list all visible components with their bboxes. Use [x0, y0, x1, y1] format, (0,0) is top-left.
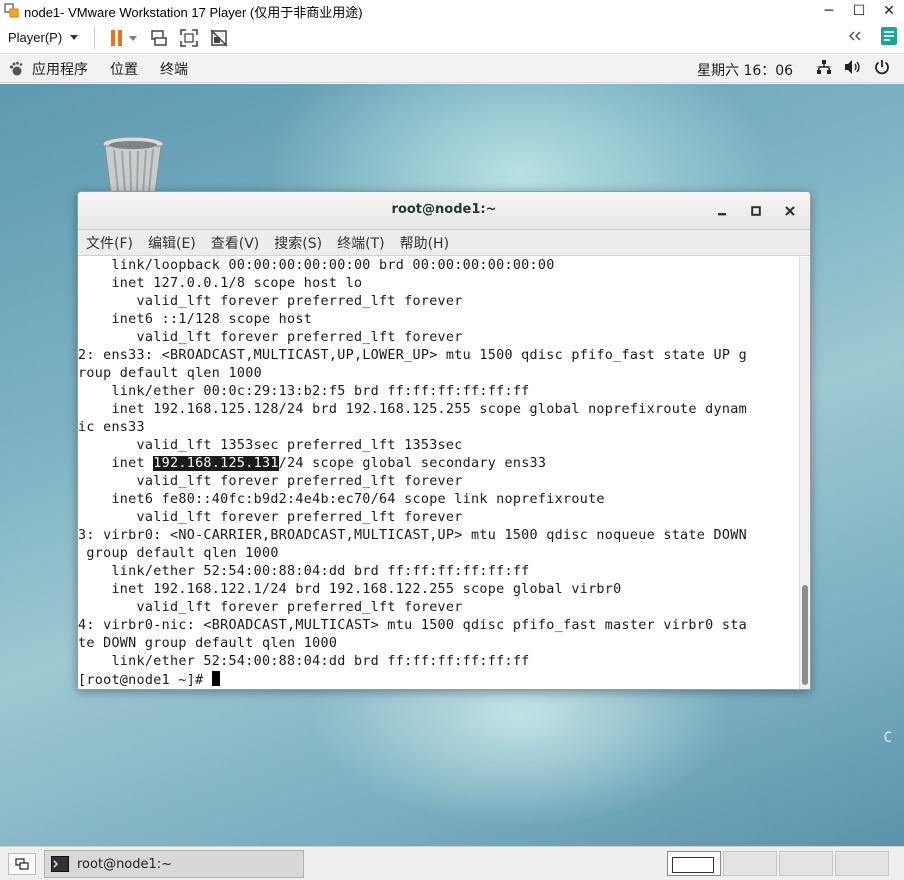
unity-button[interactable] — [207, 26, 231, 50]
desktop-edge-text: C — [883, 730, 892, 746]
taskbar-item-label: root@node1:~ — [77, 856, 173, 872]
terminal-line: 2: ens33: <BROADCAST,MULTICAST,UP,LOWER_… — [78, 348, 747, 363]
vmware-logo-icon — [4, 3, 20, 19]
chevron-down-icon — [70, 34, 79, 40]
window-title: node1- VMware Workstation 17 Player (仅用于… — [24, 4, 363, 20]
terminal-line: valid_lft forever preferred_lft forever — [78, 510, 463, 525]
menu-edit[interactable]: 编辑(E) — [148, 233, 196, 253]
power-icon[interactable] — [874, 59, 890, 75]
minimize-button[interactable]: ─ — [814, 0, 844, 22]
terminal-close-button[interactable] — [780, 201, 800, 221]
applications-menu[interactable]: 应用程序 — [8, 59, 88, 79]
vmware-title-bar: node1- VMware Workstation 17 Player (仅用于… — [0, 0, 904, 22]
terminal-output-block-1: link/loopback 00:00:00:00:00:00 brd 00:0… — [78, 257, 800, 455]
terminal-line: group default qlen 1000 — [78, 546, 279, 561]
maximize-icon — [751, 206, 761, 216]
terminal-output[interactable]: link/loopback 00:00:00:00:00:00 brd 00:0… — [78, 257, 800, 689]
terminal-title: root@node1:~ — [391, 202, 497, 217]
menu-terminal[interactable]: 终端(T) — [337, 233, 384, 253]
terminal-line: valid_lft forever preferred_lft forever — [78, 330, 463, 345]
scrollbar-thumb[interactable] — [802, 585, 808, 685]
close-button[interactable]: ✕ — [874, 0, 904, 22]
player-menu-button[interactable]: Player(P) — [8, 30, 79, 45]
terminal-prompt-line: [root@node1 ~]# — [78, 671, 800, 689]
gnome-top-bar: 应用程序 位置 终端 星期六 16：06 — [0, 55, 904, 83]
taskbar-item-terminal[interactable]: root@node1:~ — [44, 850, 304, 878]
terminal-icon — [51, 856, 69, 872]
terminal-line: roup default qlen 1000 — [78, 366, 262, 381]
volume-icon[interactable] — [844, 59, 862, 75]
close-icon — [785, 206, 795, 216]
menu-help[interactable]: 帮助(H) — [400, 233, 449, 253]
terminal-line: link/ether 52:54:00:88:04:dd brd ff:ff:f… — [78, 654, 530, 669]
workspace-3[interactable] — [779, 851, 833, 876]
terminal-line: 3: virbr0: <NO-CARRIER,BROADCAST,MULTICA… — [78, 528, 747, 543]
terminal-line: valid_lft forever preferred_lft forever — [78, 474, 463, 489]
menu-search[interactable]: 搜索(S) — [274, 233, 322, 253]
maximize-button[interactable]: ☐ — [844, 0, 874, 22]
vmware-toolbar: Player(P) — [0, 22, 904, 54]
terminal-line: valid_lft 1353sec preferred_lft 1353sec — [78, 438, 463, 453]
fullscreen-button[interactable] — [177, 26, 201, 50]
workspace-2[interactable] — [723, 851, 777, 876]
terminal-line: link/ether 52:54:00:88:04:dd brd ff:ff:f… — [78, 564, 530, 579]
terminal-line: link/ether 00:0c:29:13:b2:f5 brd ff:ff:f… — [78, 384, 530, 399]
network-icon[interactable] — [816, 59, 832, 75]
terminal-app-menu[interactable]: 终端 — [160, 59, 188, 79]
collapse-toolbar-button[interactable] — [848, 30, 862, 45]
terminal-minimize-button[interactable] — [712, 201, 732, 221]
minimize-icon — [718, 213, 726, 216]
taskbar: root@node1:~ — [0, 846, 904, 880]
hl-suffix: /24 scope global secondary ens33 — [278, 456, 547, 471]
menu-view[interactable]: 查看(V) — [211, 233, 260, 253]
terminal-line: ic ens33 — [78, 420, 145, 435]
terminal-title-bar[interactable]: root@node1:~ — [78, 192, 810, 230]
terminal-line: inet 192.168.122.1/24 brd 192.168.122.25… — [78, 582, 622, 597]
notes-icon — [881, 26, 897, 45]
terminal-line: inet 127.0.0.1/8 scope host lo — [78, 276, 363, 291]
pause-button[interactable] — [107, 26, 141, 50]
terminal-line: valid_lft forever preferred_lft forever — [78, 294, 463, 309]
send-ctrl-alt-del-button[interactable] — [147, 26, 171, 50]
terminal-line: valid_lft forever preferred_lft forever — [78, 600, 463, 615]
clock[interactable]: 星期六 16：06 — [697, 60, 793, 80]
terminal-line: inet 192.168.125.128/24 brd 192.168.125.… — [78, 402, 747, 417]
applications-label: 应用程序 — [32, 61, 88, 78]
terminal-scrollbar[interactable] — [799, 257, 810, 689]
gnome-foot-icon — [9, 61, 23, 75]
pause-icon — [111, 29, 138, 46]
ctrl-alt-del-icon — [151, 29, 167, 46]
terminal-line: 4: virbr0-nic: <BROADCAST,MULTICAST> mtu… — [78, 618, 747, 633]
menu-file[interactable]: 文件(F) — [86, 233, 133, 253]
workspace-4[interactable] — [835, 851, 889, 876]
terminal-line: link/loopback 00:00:00:00:00:00 brd 00:0… — [78, 258, 555, 273]
terminal-output-block-2: valid_lft forever preferred_lft forever … — [78, 473, 800, 671]
toolbar-divider — [94, 26, 96, 49]
show-desktop-icon — [15, 858, 29, 870]
selected-ip: 192.168.125.131 — [153, 456, 279, 471]
hl-prefix: inet — [78, 456, 154, 471]
terminal-app-label: 终端 — [160, 61, 188, 78]
terminal-line-highlight: inet 192.168.125.131/24 scope global sec… — [78, 455, 800, 473]
workspace-1[interactable] — [667, 851, 721, 876]
terminal-menubar: 文件(F) 编辑(E) 查看(V) 搜索(S) 终端(T) 帮助(H) — [78, 230, 810, 256]
trash-icon[interactable] — [100, 136, 166, 196]
terminal-maximize-button[interactable] — [746, 201, 766, 221]
notes-button[interactable] — [880, 26, 898, 50]
terminal-line: inet6 ::1/128 scope host — [78, 312, 313, 327]
double-chevron-left-icon — [848, 31, 861, 41]
unity-icon — [210, 28, 228, 47]
fullscreen-icon — [180, 28, 198, 47]
terminal-window: root@node1:~ 文件(F) 编辑(E) 查看(V) 搜索(S) 终端(… — [77, 191, 811, 690]
places-label: 位置 — [110, 61, 138, 78]
terminal-line: inet6 fe80::40fc:b9d2:4e4b:ec70/64 scope… — [78, 492, 605, 507]
text-cursor — [211, 671, 220, 686]
terminal-line: te DOWN group default qlen 1000 — [78, 636, 338, 651]
show-desktop-button[interactable] — [8, 853, 36, 875]
player-menu-label: Player(P) — [8, 30, 63, 45]
places-menu[interactable]: 位置 — [110, 59, 138, 79]
shell-prompt: [root@node1 ~]# — [78, 673, 212, 688]
